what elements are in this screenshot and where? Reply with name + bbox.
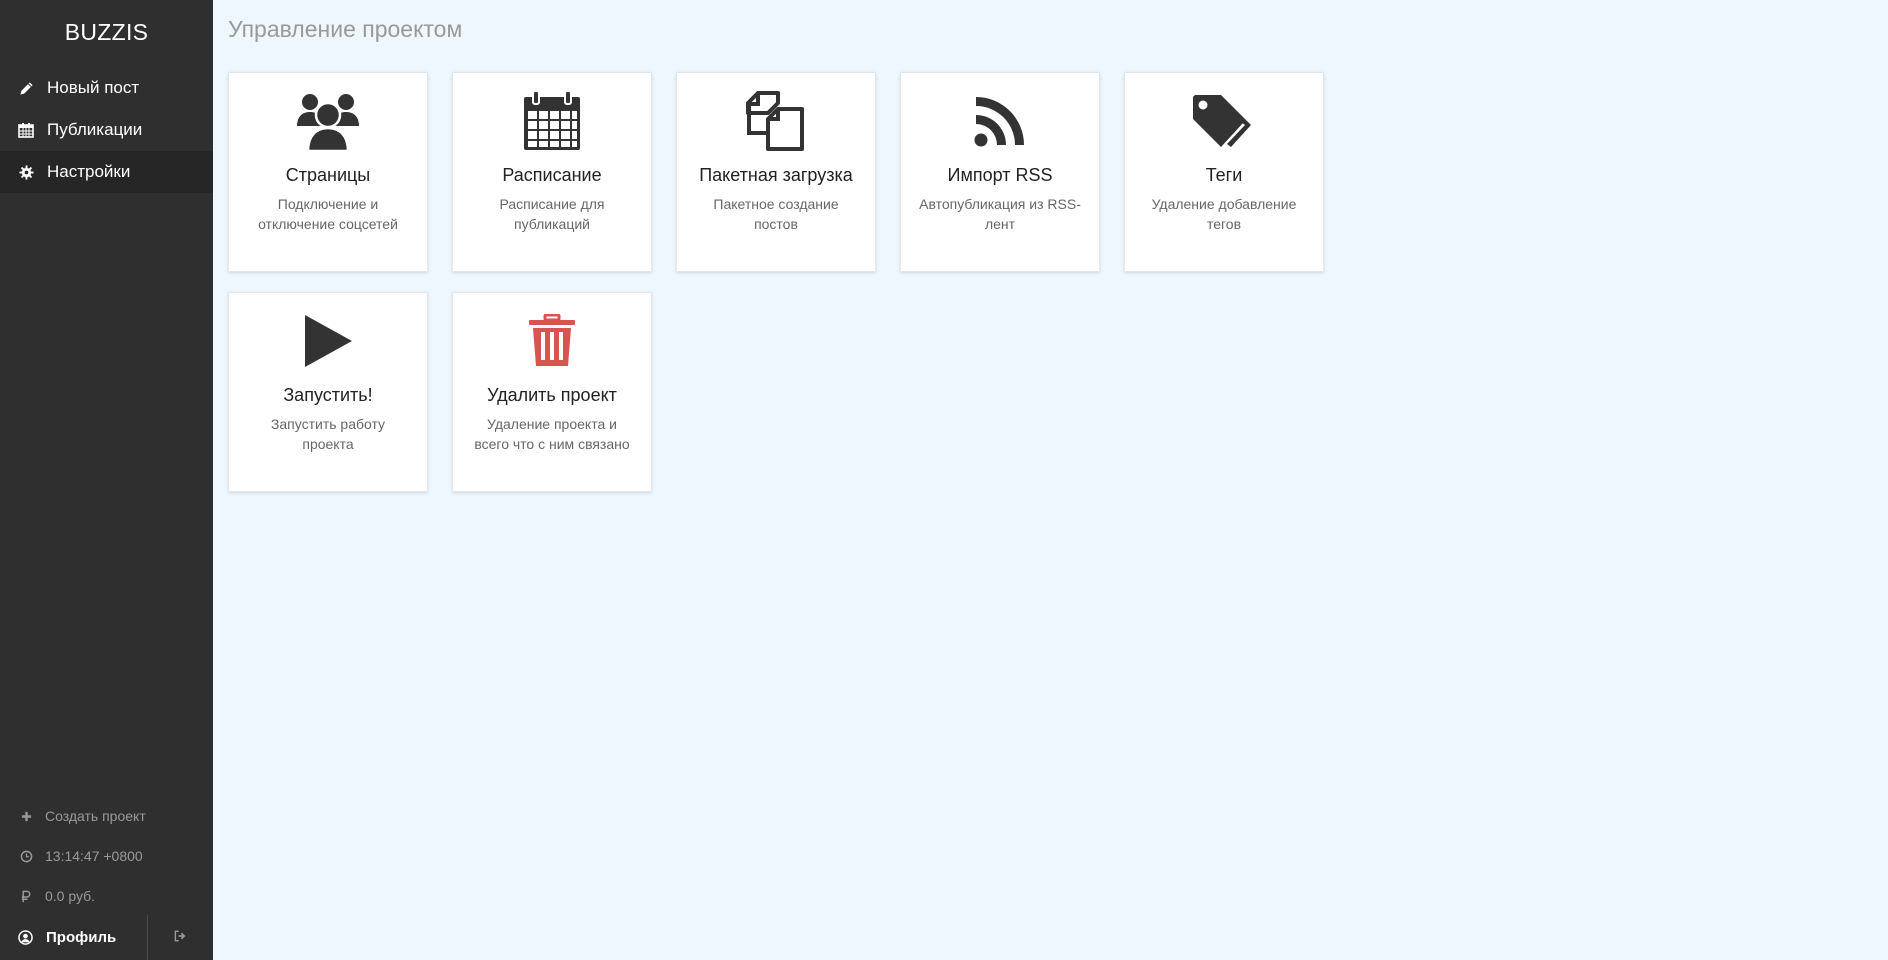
card-description: Расписание для публикаций <box>499 196 605 232</box>
card-title: Теги <box>1205 165 1243 185</box>
card-rss-import[interactable]: Импорт RSS Автопубликация из RSS-лент <box>900 72 1100 272</box>
card-description: Подключение и отключение соцсетей <box>258 196 398 232</box>
card-run[interactable]: Запустить! Запустить работу проекта <box>228 292 428 492</box>
brand-logo[interactable]: BUZZIS <box>0 19 213 46</box>
card-title: Пакетная загрузка <box>699 165 853 185</box>
users-icon <box>229 91 427 151</box>
card-description: Удаление добавление тегов <box>1151 196 1297 232</box>
logout-button[interactable] <box>148 915 213 960</box>
nav-item-publications[interactable]: Публикации <box>0 109 213 151</box>
files-icon <box>677 91 875 151</box>
card-description: Пакетное создание постов <box>713 196 839 232</box>
create-project-label: Создать проект <box>45 808 146 824</box>
sidebar: BUZZIS Новый пост Публикации Настройки С… <box>0 0 213 960</box>
ruble-icon <box>19 889 33 903</box>
pencil-icon <box>17 79 35 97</box>
calendar-icon <box>453 91 651 151</box>
clock-display: 13:14:47 +0800 <box>0 836 213 876</box>
main-content: Управление проектом Страницы Подключение… <box>213 0 1888 960</box>
card-title: Страницы <box>285 165 371 185</box>
card-batch-upload[interactable]: Пакетная загрузка Пакетное создание пост… <box>676 72 876 272</box>
card-pages[interactable]: Страницы Подключение и отключение соцсет… <box>228 72 428 272</box>
card-title: Запустить! <box>283 385 373 405</box>
rss-icon <box>901 91 1099 151</box>
card-title: Импорт RSS <box>947 165 1053 185</box>
calendar-icon <box>17 121 35 139</box>
balance-label: 0.0 руб. <box>45 888 96 904</box>
plus-icon <box>19 809 33 823</box>
gear-icon <box>17 163 35 181</box>
nav-item-settings[interactable]: Настройки <box>0 151 213 193</box>
card-description: Удаление проекта и всего что с ним связа… <box>474 416 630 452</box>
profile-link[interactable]: Профиль <box>0 915 148 960</box>
page-title: Управление проектом <box>228 16 463 42</box>
card-description: Запустить работу проекта <box>270 416 386 452</box>
logout-icon <box>174 929 187 947</box>
tags-icon <box>1125 91 1323 151</box>
nav-label: Новый пост <box>47 78 140 97</box>
nav-item-new-post[interactable]: Новый пост <box>0 67 213 109</box>
clock-icon <box>19 849 33 863</box>
play-icon <box>229 311 427 371</box>
nav-label: Публикации <box>47 120 143 139</box>
profile-row: Профиль <box>0 915 213 960</box>
time-label: 13:14:47 +0800 <box>45 848 143 864</box>
card-description: Автопубликация из RSS-лент <box>919 196 1081 232</box>
card-title: Удалить проект <box>487 385 617 405</box>
nav-label: Настройки <box>47 162 131 181</box>
user-circle-icon <box>18 930 33 945</box>
create-project-link[interactable]: Создать проект <box>0 796 213 836</box>
card-schedule[interactable]: Расписание Расписание для публикаций <box>452 72 652 272</box>
card-tags[interactable]: Теги Удаление добавление тегов <box>1124 72 1324 272</box>
balance-display: 0.0 руб. <box>0 876 213 916</box>
card-title: Расписание <box>502 165 602 185</box>
card-delete-project[interactable]: Удалить проект Удаление проекта и всего … <box>452 292 652 492</box>
profile-label: Профиль <box>46 929 117 946</box>
trash-icon <box>453 311 651 371</box>
